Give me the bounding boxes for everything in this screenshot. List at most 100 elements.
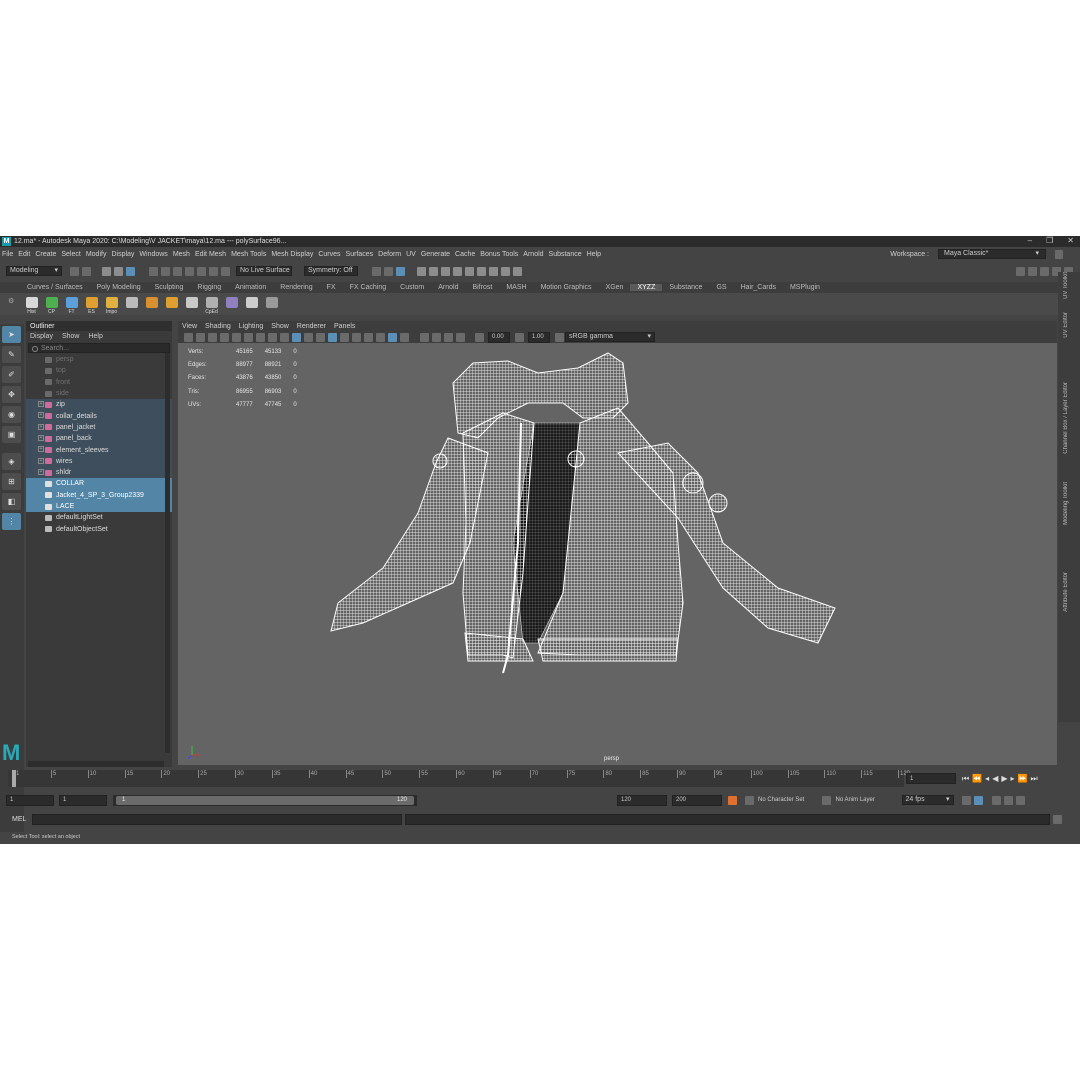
menu-item[interactable]: Windows [139, 251, 167, 258]
viewport-menu-item[interactable]: Lighting [239, 323, 264, 330]
outliner-item[interactable]: front [26, 377, 172, 388]
viewport-persp[interactable]: Verts: 45165 45133 0 Edges: 88977 88921 0 Faces:… [178, 343, 1057, 765]
outliner-scrollbar[interactable] [165, 353, 170, 753]
expand-icon[interactable]: + [38, 423, 44, 430]
shelf-tab[interactable]: Bifrost [466, 284, 500, 291]
shelf-tab[interactable]: Arnold [431, 284, 465, 291]
select-component-icon[interactable] [126, 266, 135, 276]
script-editor-icon[interactable] [1053, 815, 1062, 824]
menu-item[interactable]: Mesh Display [271, 251, 313, 258]
select-tool-icon[interactable]: ➤ [2, 326, 21, 343]
auto-key-icon[interactable] [728, 795, 737, 805]
shelf-tab[interactable]: MSPlugin [783, 284, 827, 291]
single-view-layout-icon[interactable]: ◈ [2, 453, 21, 470]
current-time-marker[interactable] [12, 770, 16, 787]
shelf-button[interactable] [122, 297, 141, 315]
outliner-menu-item[interactable]: Show [62, 333, 80, 340]
two-view-layout-icon[interactable]: ◧ [2, 493, 21, 510]
jacket-wireframe-model[interactable] [178, 343, 1057, 765]
shelf-button[interactable] [222, 297, 241, 315]
render-frame-icon[interactable] [416, 266, 426, 276]
open-scene-icon[interactable] [81, 266, 91, 276]
shadows-icon[interactable] [351, 332, 361, 342]
history-icon[interactable] [372, 266, 381, 276]
expand-icon[interactable]: + [38, 401, 44, 408]
step-forward-frame-icon[interactable]: ▸ [1011, 774, 1015, 784]
play-backwards-icon[interactable]: ◀ [992, 774, 998, 784]
viewport-menu-item[interactable]: Show [271, 323, 289, 330]
shelf-tab[interactable]: XYZZ [630, 284, 663, 291]
menu-item[interactable]: Mesh [173, 251, 190, 258]
wireframe-on-shaded-icon[interactable] [315, 332, 325, 342]
xray-joints-icon[interactable] [444, 332, 453, 342]
menu-item[interactable]: Modify [86, 251, 107, 258]
shelf-tab[interactable]: Curves / Surfaces [20, 284, 90, 291]
lock-icon[interactable] [1055, 249, 1063, 259]
live-surface-field[interactable]: No Live Surface [236, 266, 292, 276]
expand-icon[interactable]: + [38, 457, 44, 464]
outliner-item[interactable]: side [26, 388, 172, 399]
exposure-field[interactable]: 0.00 [488, 331, 510, 343]
attribute-editor-toggle-icon[interactable] [1039, 266, 1049, 276]
use-all-lights-icon[interactable] [339, 332, 349, 342]
camera-attributes-icon[interactable] [195, 332, 205, 342]
viewport-menu-item[interactable]: Shading [205, 323, 231, 330]
menu-item[interactable]: Cache [455, 251, 475, 258]
shelf-tab[interactable]: FX Caching [343, 284, 394, 291]
menu-item[interactable]: Surfaces [346, 251, 374, 258]
menu-item[interactable]: Deform [378, 251, 401, 258]
outliner-search-input[interactable]: Search... [28, 343, 170, 353]
select-hierarchy-icon[interactable] [102, 266, 111, 276]
shelf-button[interactable] [142, 297, 161, 315]
minimize-icon[interactable]: – [1028, 236, 1032, 245]
menu-item[interactable]: Curves [318, 251, 340, 258]
outliner-item[interactable]: + shldr [26, 466, 172, 479]
outliner-item[interactable]: LACE [26, 500, 172, 513]
menu-item[interactable]: UV [406, 251, 416, 258]
expand-icon[interactable]: + [38, 446, 44, 453]
paint-select-tool-icon[interactable]: ✐ [2, 366, 21, 383]
shelf-tab[interactable]: Sculpting [148, 284, 191, 291]
shelf-tab[interactable]: Motion Graphics [534, 284, 599, 291]
arnold-render-icon[interactable] [500, 266, 510, 276]
expand-icon[interactable]: + [38, 468, 44, 475]
menu-set-dropdown[interactable]: Modeling ▾ [6, 266, 62, 276]
outliner-item[interactable]: + zip [26, 399, 172, 411]
menu-item[interactable]: Edit [18, 251, 30, 258]
render-settings-icon[interactable] [452, 266, 462, 276]
expand-icon[interactable]: + [38, 412, 44, 419]
shelf-button[interactable]: FT [62, 297, 81, 315]
animation-preferences-icon[interactable] [1016, 795, 1025, 805]
viewport-menu-item[interactable]: Panels [334, 323, 355, 330]
side-tab[interactable]: UV Toolkit [1063, 272, 1069, 299]
shelf-tab[interactable]: Rigging [190, 284, 228, 291]
motion-blur-icon[interactable] [375, 332, 385, 342]
fps-dropdown[interactable]: 24 fps ▾ [901, 795, 954, 805]
shelf-tab[interactable]: Hair_Cards [734, 284, 783, 291]
snap-edge-icon[interactable] [220, 266, 230, 276]
anim-layer-field[interactable]: No Anim Layer [836, 797, 896, 803]
menu-item[interactable]: Bonus Tools [480, 251, 518, 258]
pause-icon[interactable] [512, 266, 522, 276]
step-back-key-icon[interactable]: ⏪ [972, 774, 982, 784]
outliner-menu-item[interactable]: Help [88, 333, 102, 340]
loop-icon[interactable] [961, 795, 971, 805]
shelf-button[interactable]: ES [82, 297, 101, 315]
color-space-dropdown[interactable]: sRGB gamma ▾ [565, 332, 655, 342]
menu-item[interactable]: Substance [549, 251, 582, 258]
outliner-item[interactable]: persp [26, 354, 172, 365]
isolate-select-icon[interactable] [420, 332, 429, 342]
light-editor-icon[interactable] [488, 266, 498, 276]
modeling-toolkit-toggle-icon[interactable] [1015, 266, 1025, 276]
shelf-button[interactable]: CpEd [202, 297, 221, 315]
anim-layer-icon[interactable] [822, 795, 831, 805]
outliner-item[interactable]: defaultObjectSet [26, 523, 172, 534]
outliner-item[interactable]: defaultLightSet [26, 512, 172, 523]
key-tangent-icon[interactable] [1004, 795, 1013, 805]
menu-item[interactable]: Generate [421, 251, 450, 258]
shelf-button[interactable] [242, 297, 261, 315]
shelf-tab[interactable]: Poly Modeling [90, 284, 148, 291]
outliner-item[interactable]: + element_sleeves [26, 444, 172, 456]
bookmarks-icon[interactable] [207, 332, 217, 342]
shelf-tab[interactable]: Substance [662, 284, 709, 291]
